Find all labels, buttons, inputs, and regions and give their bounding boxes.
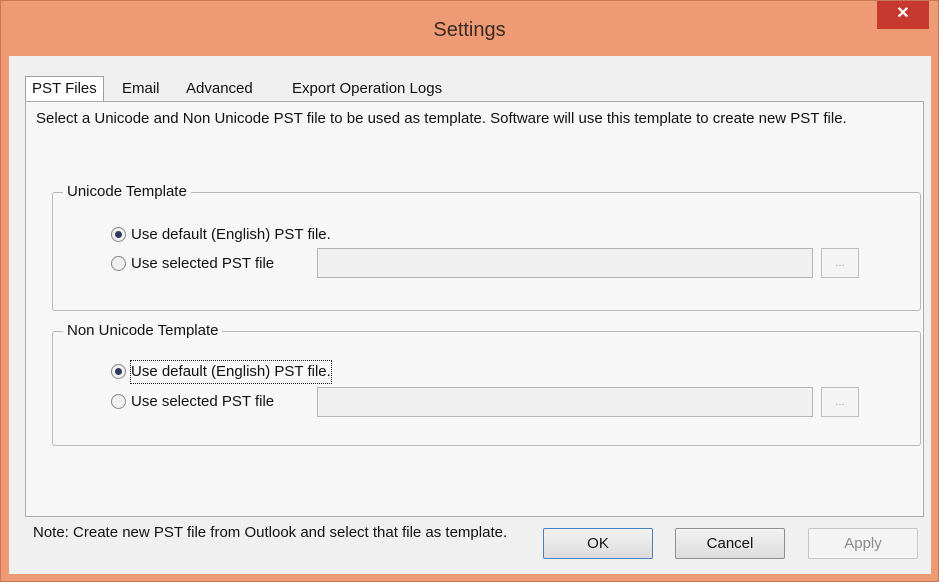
- title-bar[interactable]: Settings ✕: [1, 1, 938, 55]
- non-unicode-browse-button[interactable]: ...: [821, 387, 859, 417]
- unicode-browse-button[interactable]: ...: [821, 248, 859, 278]
- radio-button-checked[interactable]: [111, 227, 126, 242]
- unicode-selected-label: Use selected PST file: [131, 255, 275, 272]
- close-button[interactable]: ✕: [877, 1, 929, 29]
- unicode-template-group: Unicode Template Use default (English) P…: [52, 183, 921, 311]
- non-unicode-default-label: Use default (English) PST file.: [130, 360, 332, 384]
- non-unicode-template-group: Non Unicode Template Use default (Englis…: [52, 322, 921, 446]
- note-text: Note: Create new PST file from Outlook a…: [33, 524, 508, 541]
- tab-email[interactable]: Email: [116, 77, 166, 101]
- tab-pst-files[interactable]: PST Files: [25, 76, 104, 103]
- unicode-path-input[interactable]: [317, 248, 813, 278]
- radio-button[interactable]: [111, 256, 126, 271]
- cancel-button[interactable]: Cancel: [675, 528, 785, 559]
- apply-button[interactable]: Apply: [808, 528, 918, 559]
- dialog-body: PST Files Email Advanced Export Operatio…: [9, 56, 931, 574]
- unicode-template-legend: Unicode Template: [63, 183, 191, 201]
- description-text: Select a Unicode and Non Unicode PST fil…: [36, 110, 847, 127]
- non-unicode-selected-label: Use selected PST file: [131, 393, 275, 410]
- tab-advanced[interactable]: Advanced: [180, 77, 259, 101]
- non-unicode-template-legend: Non Unicode Template: [63, 322, 223, 340]
- unicode-default-label: Use default (English) PST file.: [131, 226, 331, 243]
- settings-window: Settings ✕ PST Files Email Advanced Expo…: [0, 0, 939, 582]
- non-unicode-path-input[interactable]: [317, 387, 813, 417]
- window-title: Settings: [433, 19, 506, 41]
- tab-export-operation-logs[interactable]: Export Operation Logs: [286, 77, 448, 101]
- radio-button-checked[interactable]: [111, 364, 126, 379]
- radio-button[interactable]: [111, 394, 126, 409]
- pst-files-panel: Select a Unicode and Non Unicode PST fil…: [25, 101, 924, 517]
- ok-button[interactable]: OK: [543, 528, 653, 559]
